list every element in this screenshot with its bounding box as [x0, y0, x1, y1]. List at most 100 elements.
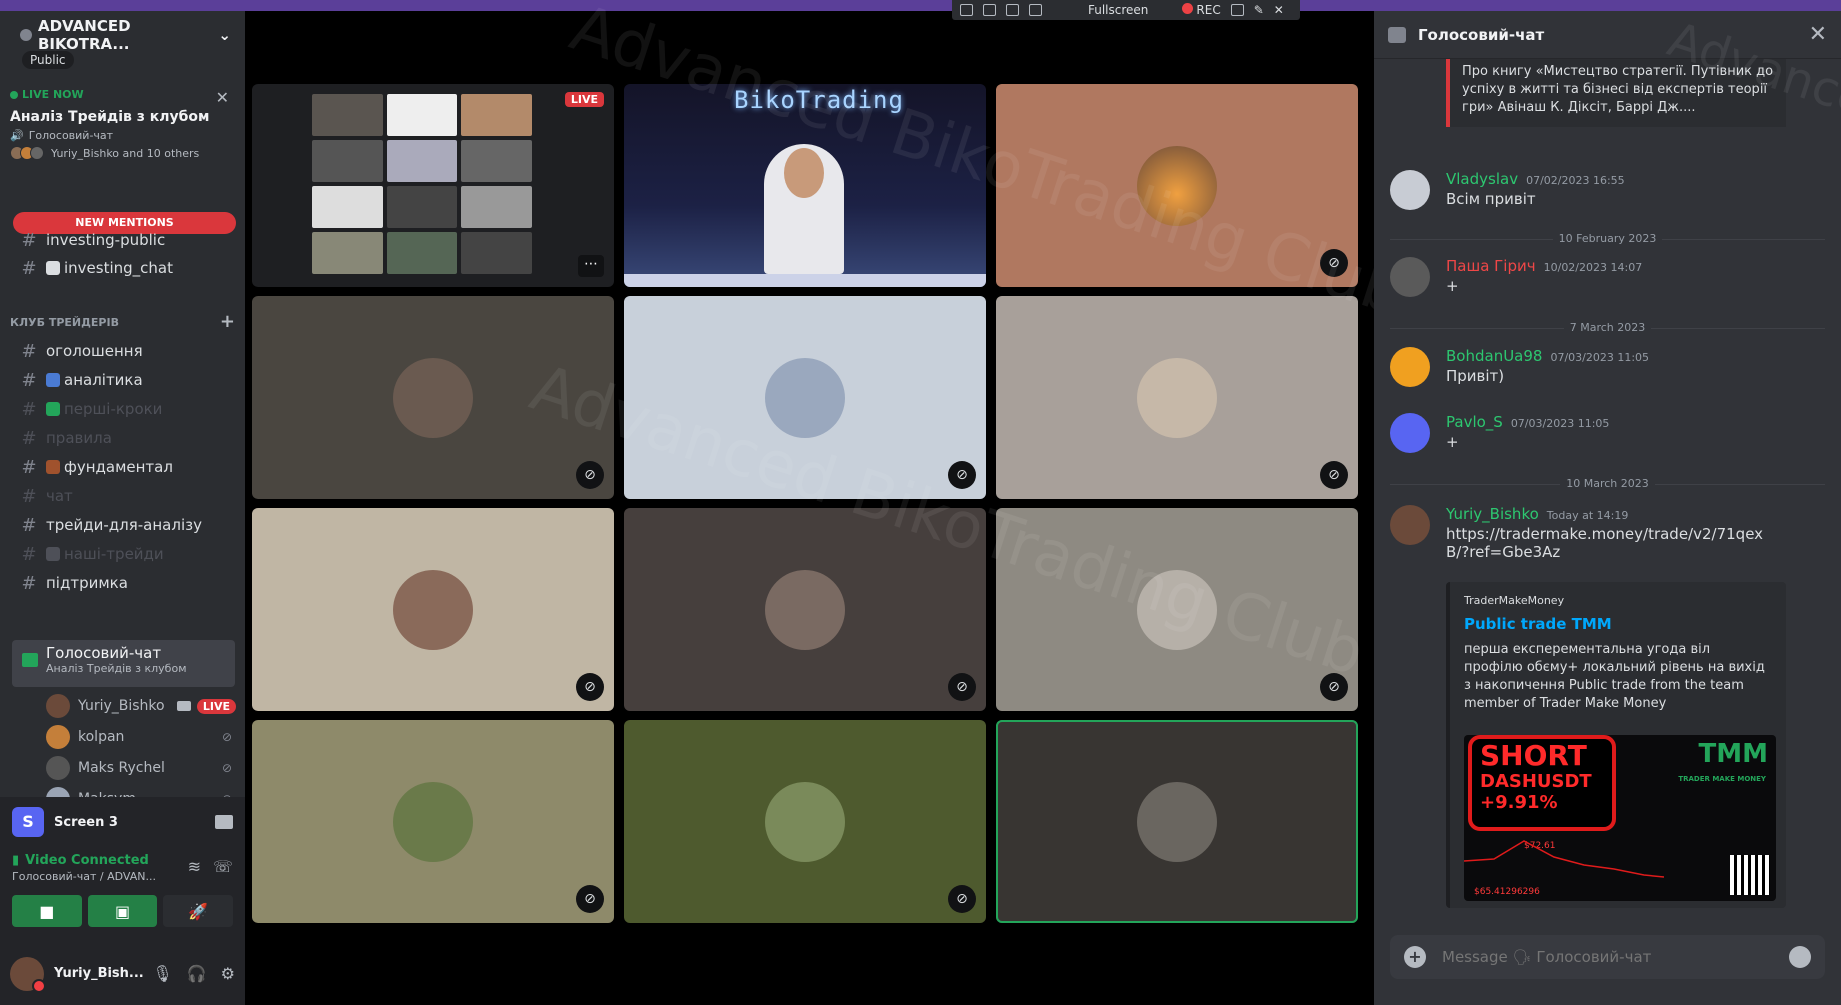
microphone-icon[interactable]: 🎙 [152, 964, 172, 983]
hash-icon: # [21, 427, 37, 449]
emoji-icon[interactable] [1789, 946, 1811, 968]
tmm-logo: TMM [1698, 739, 1768, 769]
avatar[interactable] [1390, 170, 1430, 210]
hash-icon: # [21, 398, 37, 420]
message-author[interactable]: Vladyslav [1446, 170, 1518, 188]
menu-icon[interactable] [960, 4, 973, 16]
member-name: Maks Rychel [78, 760, 165, 776]
hash-icon: # [21, 369, 37, 391]
add-channel-icon[interactable]: + [220, 311, 235, 332]
channel-investing-public[interactable]: # investing-public [20, 226, 235, 254]
embed-title[interactable]: Public trade TMM [1464, 615, 1772, 633]
region-icon[interactable] [1006, 4, 1019, 16]
stream-tile[interactable]: LIVE ⋯ [252, 84, 614, 287]
participant-tile[interactable]: ⊘ [624, 720, 986, 923]
hash-icon: # [21, 485, 37, 507]
message-author[interactable]: Yuriy_Bishko [1446, 505, 1539, 523]
participant-tile-speaking[interactable] [996, 720, 1358, 923]
channel-our-trades[interactable]: # наші-трейди [20, 540, 235, 568]
embed-image[interactable]: SHORT DASHUSDT +9.91% TMM TRADER MAKE MO… [1464, 735, 1776, 901]
channel-rules[interactable]: # правила [20, 424, 235, 452]
headphones-icon[interactable]: 🎧 [187, 964, 207, 983]
message-time: 07/02/2023 16:55 [1526, 174, 1625, 187]
screen-share-label: Screen 3 [54, 814, 118, 830]
server-shield-icon [20, 29, 32, 41]
message-time: 10/02/2023 14:07 [1543, 261, 1643, 274]
channel-first-steps[interactable]: # перші-кроки [20, 395, 235, 423]
avatar[interactable] [1390, 257, 1430, 297]
voice-member[interactable]: Maks Rychel ⊘ [46, 755, 236, 781]
user-name[interactable]: Yuriy_Bish... [54, 966, 152, 981]
channel-support[interactable]: # підтримка [20, 569, 235, 597]
voice-connection-panel: ▮ Video Connected Голосовий-чат / ADVAN..… [0, 847, 245, 942]
noise-suppression-icon[interactable]: ≋ [188, 857, 201, 876]
more-options-icon[interactable]: ⋯ [578, 255, 604, 277]
channel-investing-chat[interactable]: # investing_chat [20, 254, 235, 282]
participant-tile[interactable]: ⊘ [624, 296, 986, 499]
crop-icon[interactable] [1029, 4, 1042, 16]
message-author[interactable]: BohdanUa98 [1446, 347, 1542, 365]
category-traders-club[interactable]: КЛУБ ТРЕЙДЕРІВ + [10, 311, 235, 332]
voice-member[interactable]: kolpan ⊘ [46, 724, 236, 750]
voice-channel-active[interactable]: Голосовий-чат Аналіз Трейдів з клубом [12, 640, 235, 687]
chat-message: Паша Гірич 10/02/2023 14:07 + [1390, 257, 1830, 297]
checkmark-icon [46, 402, 60, 416]
disconnect-icon[interactable]: ☏ [213, 857, 233, 876]
embed-provider[interactable]: TraderMakeMoney [1464, 594, 1772, 607]
fullscreen-button[interactable]: Fullscreen [1088, 3, 1148, 17]
close-icon[interactable]: ✕ [1274, 3, 1284, 17]
participant-tile[interactable]: ⊘ [624, 508, 986, 711]
trade-pnl: +9.91% [1480, 792, 1558, 813]
date-divider: 10 February 2023 [1390, 232, 1825, 246]
camera-icon[interactable] [1230, 4, 1244, 16]
message-input[interactable] [1442, 948, 1789, 966]
participant-tile[interactable]: ⊘ [996, 508, 1358, 711]
channel-fundamental[interactable]: # фундаментал [20, 453, 235, 481]
trade-direction: SHORT [1480, 739, 1587, 772]
close-icon[interactable]: ✕ [1809, 22, 1827, 47]
user-avatar[interactable] [10, 956, 46, 993]
record-button[interactable]: REC [1182, 3, 1221, 17]
recording-toolbar: Fullscreen REC ✎ ✕ [952, 0, 1300, 20]
avatar [1137, 781, 1217, 862]
tmm-brand-text: TRADER MAKE MONEY [1678, 775, 1766, 783]
participant-tile[interactable]: ⊘ [252, 508, 614, 711]
channel-chat[interactable]: # чат [20, 482, 235, 510]
gear-icon[interactable]: ⚙ [221, 964, 235, 983]
voice-channel-subtitle: Аналіз Трейдів з клубом [46, 662, 187, 675]
channel-analytics[interactable]: # аналітика [20, 366, 235, 394]
live-channel: 🔊 Голосовий-чат [10, 129, 235, 142]
voice-member[interactable]: Yuriy_Bishko LIVE [46, 693, 236, 719]
stop-screen-icon[interactable] [215, 815, 233, 829]
live-badge: LIVE [196, 698, 236, 714]
channel-announcements[interactable]: # оголошення [20, 337, 235, 365]
mic-muted-icon: ⊘ [1320, 673, 1348, 701]
avatar [1137, 357, 1217, 438]
camera-button[interactable]: ■ [12, 895, 82, 927]
avatar[interactable] [1390, 505, 1430, 545]
avatar [765, 781, 845, 862]
camera-tile-host[interactable]: BikoTrading [624, 84, 986, 287]
avatar[interactable] [1390, 347, 1430, 387]
share-screen-button[interactable]: ▣ [87, 895, 158, 927]
live-now-card[interactable]: LIVE NOW ✕ Аналіз Трейдів з клубом 🔊 Голо… [10, 88, 235, 188]
message-text: + [1446, 277, 1459, 295]
mic-muted-icon: ⊘ [576, 673, 604, 701]
message-link[interactable]: https://tradermake.money/trade/v2/71qexB… [1446, 525, 1766, 561]
close-live-card-icon[interactable]: ✕ [216, 88, 229, 107]
participant-tile[interactable]: ⊘ [996, 296, 1358, 499]
channel-trades-for-analysis[interactable]: # трейди-для-аналізу [20, 511, 235, 539]
participant-tile[interactable]: ⊘ [996, 84, 1358, 287]
message-composer: + [1390, 935, 1825, 979]
activity-button[interactable]: 🚀 [163, 895, 234, 927]
mic-muted-icon: ⊘ [948, 461, 976, 489]
message-author[interactable]: Паша Гірич [1446, 257, 1536, 275]
participant-tile[interactable]: ⊘ [252, 720, 614, 923]
pencil-icon[interactable]: ✎ [1254, 3, 1264, 17]
avatar[interactable] [1390, 413, 1430, 453]
attach-plus-icon[interactable]: + [1404, 946, 1426, 968]
live-now-label: LIVE NOW [10, 88, 235, 101]
participant-tile[interactable]: ⊘ [252, 296, 614, 499]
message-author[interactable]: Pavlo_S [1446, 413, 1503, 431]
window-icon[interactable] [983, 4, 996, 16]
